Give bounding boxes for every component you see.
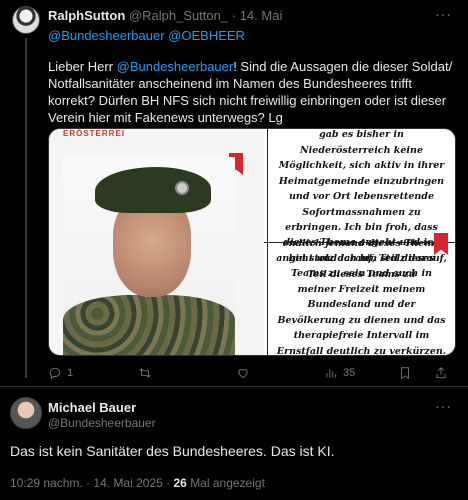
soldier-photo [63,157,235,355]
avatar[interactable] [10,397,42,429]
repost-button[interactable] [138,366,157,380]
heart-icon [238,369,248,379]
attached-image[interactable]: ERÖSTERREI gab es bisher in Niederösterr… [48,128,456,356]
reply-mentions[interactable]: @Bundesheerbauer @OEBHEER [48,28,245,43]
bookmark-outline-icon [401,367,409,380]
reply-header: RalphSutton @Ralph_Sutton_ · 14. Mai [48,8,282,23]
quote-text-card: gab es bisher in Niederösterreich keine … [264,129,455,356]
views-count: 26 [173,476,187,490]
reply-button[interactable]: 1 [48,366,73,380]
share-icon [436,367,446,379]
views-count: 35 [343,367,356,379]
separator: · [166,476,171,490]
author-name[interactable]: RalphSutton [48,8,125,23]
reply-body: Lieber Herr @Bundesheerbauer! Sind die A… [48,58,458,126]
tweet-actions: 1 35 [48,366,458,384]
avatar[interactable] [12,6,40,34]
like-button[interactable] [236,366,255,380]
more-options-icon[interactable]: ··· [435,6,452,22]
soldier-portrait-card: ERÖSTERREI [49,129,264,355]
separator: · [86,476,91,490]
tweet-date[interactable]: 14. Mai 2025 [93,476,162,490]
repost-icon [139,368,151,378]
views-chart-icon [326,368,337,378]
more-options-icon[interactable]: ··· [435,398,452,414]
beret-badge-icon [175,181,189,195]
separator: · [231,8,237,23]
beret [95,167,211,213]
quote-text-bottom: dieses Thema angeht und ich bin stolz da… [276,237,447,356]
body-prefix: Lieber Herr [48,59,117,74]
author-handle[interactable]: @Bundesheerbauer [48,416,156,430]
body-mention-link[interactable]: @Bundesheerbauer [117,59,234,74]
reply-icon [49,367,61,380]
camouflage-uniform [63,295,235,355]
main-tweet-body: Das ist kein Sanitäter des Bundesheeres.… [10,443,335,459]
author-name[interactable]: Michael Bauer [48,400,136,415]
author-handle[interactable]: @Ralph_Sutton_ [129,8,228,23]
thread-line [25,38,27,378]
seal-text: ERÖSTERREI [63,129,126,138]
tweet-date[interactable]: 14. Mai [240,8,283,23]
reply-tweet[interactable]: RalphSutton @Ralph_Sutton_ · 14. Mai ···… [0,0,468,386]
views-label: Mal angezeigt [190,476,265,490]
reply-count: 1 [67,367,74,379]
share-button[interactable] [434,366,448,380]
views-button[interactable]: 35 [324,366,355,380]
tweet-meta: 10:29 nachm. · 14. Mai 2025 · 26 Mal ang… [10,476,265,490]
tweet-time[interactable]: 10:29 nachm. [10,476,83,490]
bookmark-button[interactable] [398,366,412,380]
tweet-divider [0,386,468,387]
